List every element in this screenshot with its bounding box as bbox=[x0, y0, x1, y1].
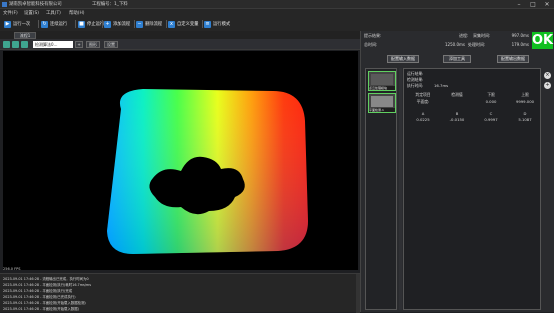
play-icon: ▶ bbox=[4, 20, 11, 28]
tool-list: 点云处理模块 平面检测.1 bbox=[365, 68, 397, 310]
zoom-in-icon[interactable] bbox=[3, 41, 10, 48]
point-cloud-view[interactable] bbox=[3, 51, 358, 270]
coef-header: D bbox=[523, 111, 527, 116]
tool-thumbnail-pointcloud[interactable]: 点云处理模块 bbox=[368, 71, 396, 91]
window-title: 湖南凯卓智能科技有限公司 bbox=[9, 2, 62, 7]
tool-thumbnail-plane[interactable]: 平面检测.1 bbox=[368, 93, 396, 113]
minimize-button[interactable]: – bbox=[512, 0, 526, 9]
variable-icon: x bbox=[168, 20, 175, 28]
toolbar: ▶ 运行一次 ↻ 连续运行 ■ 停止运行 + 添加流程 − 删除流程 x 自定义… bbox=[0, 17, 554, 31]
process-tab-bar: 流程1 bbox=[0, 31, 360, 39]
col-upper: 上限 bbox=[521, 92, 529, 97]
fit-view-icon[interactable] bbox=[21, 41, 28, 48]
image-button[interactable]: 图形 bbox=[86, 41, 100, 48]
view-small-button[interactable]: + bbox=[75, 41, 83, 48]
heightmap-render bbox=[107, 89, 308, 254]
row-upper: 9999.000 bbox=[515, 99, 535, 104]
menu-settings[interactable]: 设置(S) bbox=[24, 10, 39, 16]
side-controls: × + bbox=[542, 68, 553, 310]
add-process-label: 添加流程 bbox=[113, 22, 131, 27]
coef-value: 0.9997 bbox=[484, 117, 498, 122]
menu-bar: 文件(F) 设置(S) 工具(T) 帮助(H) bbox=[0, 9, 554, 17]
app-logo-icon bbox=[2, 2, 7, 7]
delete-icon: − bbox=[136, 20, 143, 28]
continuous-run-label: 连续运行 bbox=[50, 22, 68, 27]
exec-time-value: 16.7ms bbox=[434, 83, 449, 88]
run-once-label: 运行一次 bbox=[13, 22, 31, 27]
tool-result-info: 运行结果: 检测结果: 执行时间: 16.7ms 判定项目 检测值 下限 上限 … bbox=[403, 68, 541, 310]
process-label: 处理时间: bbox=[468, 42, 486, 47]
project-value: 1_下料 bbox=[114, 2, 128, 7]
close-circle-icon[interactable]: × bbox=[544, 72, 551, 79]
view-toolbar: 检测算法0… + 图形 设置 bbox=[0, 39, 360, 50]
delete-process-button[interactable]: − 删除流程 bbox=[136, 19, 162, 29]
tool-thumbnail-label: 点云处理模块 bbox=[369, 86, 395, 90]
config-input-button[interactable]: 配置输入数据 bbox=[387, 55, 419, 63]
settings-button[interactable]: 设置 bbox=[104, 41, 118, 48]
log-entry: 2023-09-01 17:46:28 - 流程输出已完成，执行时间为0 bbox=[3, 277, 89, 281]
coef-value: 0.0225 bbox=[416, 117, 430, 122]
maximize-button[interactable]: □ bbox=[526, 0, 540, 9]
delete-process-label: 删除流程 bbox=[145, 22, 163, 27]
result-panel: 提示结果: 进程: 采集时间: 997.0ms 总时间: 1250.0ms 处理… bbox=[360, 31, 554, 312]
coef-header: C bbox=[489, 111, 493, 116]
panel-splitter[interactable] bbox=[399, 68, 402, 310]
tool-thumbnail-image bbox=[371, 74, 393, 85]
col-measure: 检测值 bbox=[451, 92, 463, 97]
col-judge: 判定项目 bbox=[415, 92, 431, 97]
coef-value: 5.1087 bbox=[518, 117, 532, 122]
coef-value: -0.0150 bbox=[449, 117, 465, 122]
custom-variable-button[interactable]: x 自定义变量 bbox=[168, 19, 198, 29]
tool-thumbnail-image bbox=[371, 96, 393, 107]
add-tool-button[interactable]: 添加工具 bbox=[443, 55, 471, 63]
prompt-label: 提示结果: bbox=[364, 33, 382, 38]
ok-status-badge: OK bbox=[532, 32, 554, 49]
tool-thumbnail-label: 平面检测.1 bbox=[369, 108, 395, 112]
log-panel: 2023-09-01 17:46:28 - 流程输出已完成，执行时间为0 202… bbox=[0, 273, 360, 313]
menu-file[interactable]: 文件(F) bbox=[3, 10, 18, 16]
project-label: 工程编号： bbox=[92, 2, 114, 7]
stop-icon: ■ bbox=[78, 20, 85, 28]
log-entry: 2023-09-01 17:46:28 - 平面检测(执行)耗时16.7ms/m… bbox=[3, 283, 91, 287]
total-label: 总时间: bbox=[364, 42, 378, 47]
trigger-label: 进程: bbox=[459, 33, 469, 38]
stop-button[interactable]: ■ 停止运行 bbox=[78, 19, 104, 29]
continuous-run-button[interactable]: ↻ 连续运行 bbox=[41, 19, 67, 29]
run-mode-button[interactable]: ≡ 运行模式 bbox=[204, 19, 230, 29]
custom-variable-label: 自定义变量 bbox=[177, 22, 199, 27]
config-output-button[interactable]: 配置输出数据 bbox=[497, 55, 529, 63]
process-value: 179.0ms bbox=[511, 42, 529, 47]
standard-label: 采集时间: bbox=[473, 33, 491, 38]
run-mode-label: 运行模式 bbox=[213, 22, 231, 27]
title-bar: 湖南凯卓智能科技有限公司 工程编号： 1_下料 – □ ✕ bbox=[0, 0, 554, 9]
col-lower: 下限 bbox=[487, 92, 495, 97]
coef-header: B bbox=[455, 111, 459, 116]
menu-tools[interactable]: 工具(T) bbox=[46, 10, 61, 16]
log-entry: 2023-09-01 17:46:28 - 平面检测(开始载入数据) bbox=[3, 307, 79, 311]
coef-header: A bbox=[421, 111, 425, 116]
exec-time-label: 执行时间: bbox=[407, 83, 424, 88]
add-icon: + bbox=[104, 20, 111, 28]
log-entry: 2023-09-01 17:46:28 - 平面检测(已完成执行) bbox=[3, 295, 76, 299]
tab-process-1[interactable]: 流程1 bbox=[14, 32, 36, 39]
add-process-button[interactable]: + 添加流程 bbox=[104, 19, 130, 29]
row-lower: 0.000 bbox=[485, 99, 497, 104]
log-entry: 2023-09-01 17:46:28 - 平面检测(执行)完成 bbox=[3, 289, 73, 293]
mode-icon: ≡ bbox=[204, 20, 211, 28]
log-entry: 2023-09-01 17:46:28 - 平面检测(开始载入数据检测) bbox=[3, 301, 86, 305]
zoom-out-icon[interactable] bbox=[12, 41, 19, 48]
loop-icon: ↻ bbox=[41, 20, 48, 28]
run-once-button[interactable]: ▶ 运行一次 bbox=[4, 19, 30, 29]
view-select[interactable]: 检测算法0… bbox=[33, 41, 73, 48]
standard-value: 997.0ms bbox=[511, 33, 529, 38]
total-value: 1250.0ms bbox=[445, 42, 465, 47]
menu-help[interactable]: 帮助(H) bbox=[69, 10, 85, 16]
close-button[interactable]: ✕ bbox=[540, 0, 554, 9]
add-circle-icon[interactable]: + bbox=[544, 82, 551, 89]
row-label: 平面度: bbox=[416, 99, 430, 104]
